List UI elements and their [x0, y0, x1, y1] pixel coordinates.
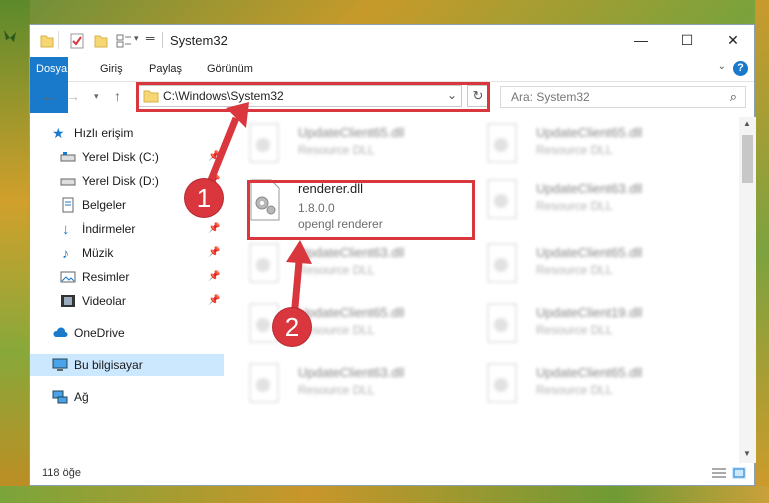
- arrow-1: [203, 116, 240, 192]
- callout-2: 2: [273, 308, 311, 346]
- callout-1: 1: [185, 179, 223, 217]
- arrow-2-head: [286, 240, 312, 264]
- annotation-overlay: [203, 102, 312, 319]
- arrow-1-head: [226, 102, 249, 128]
